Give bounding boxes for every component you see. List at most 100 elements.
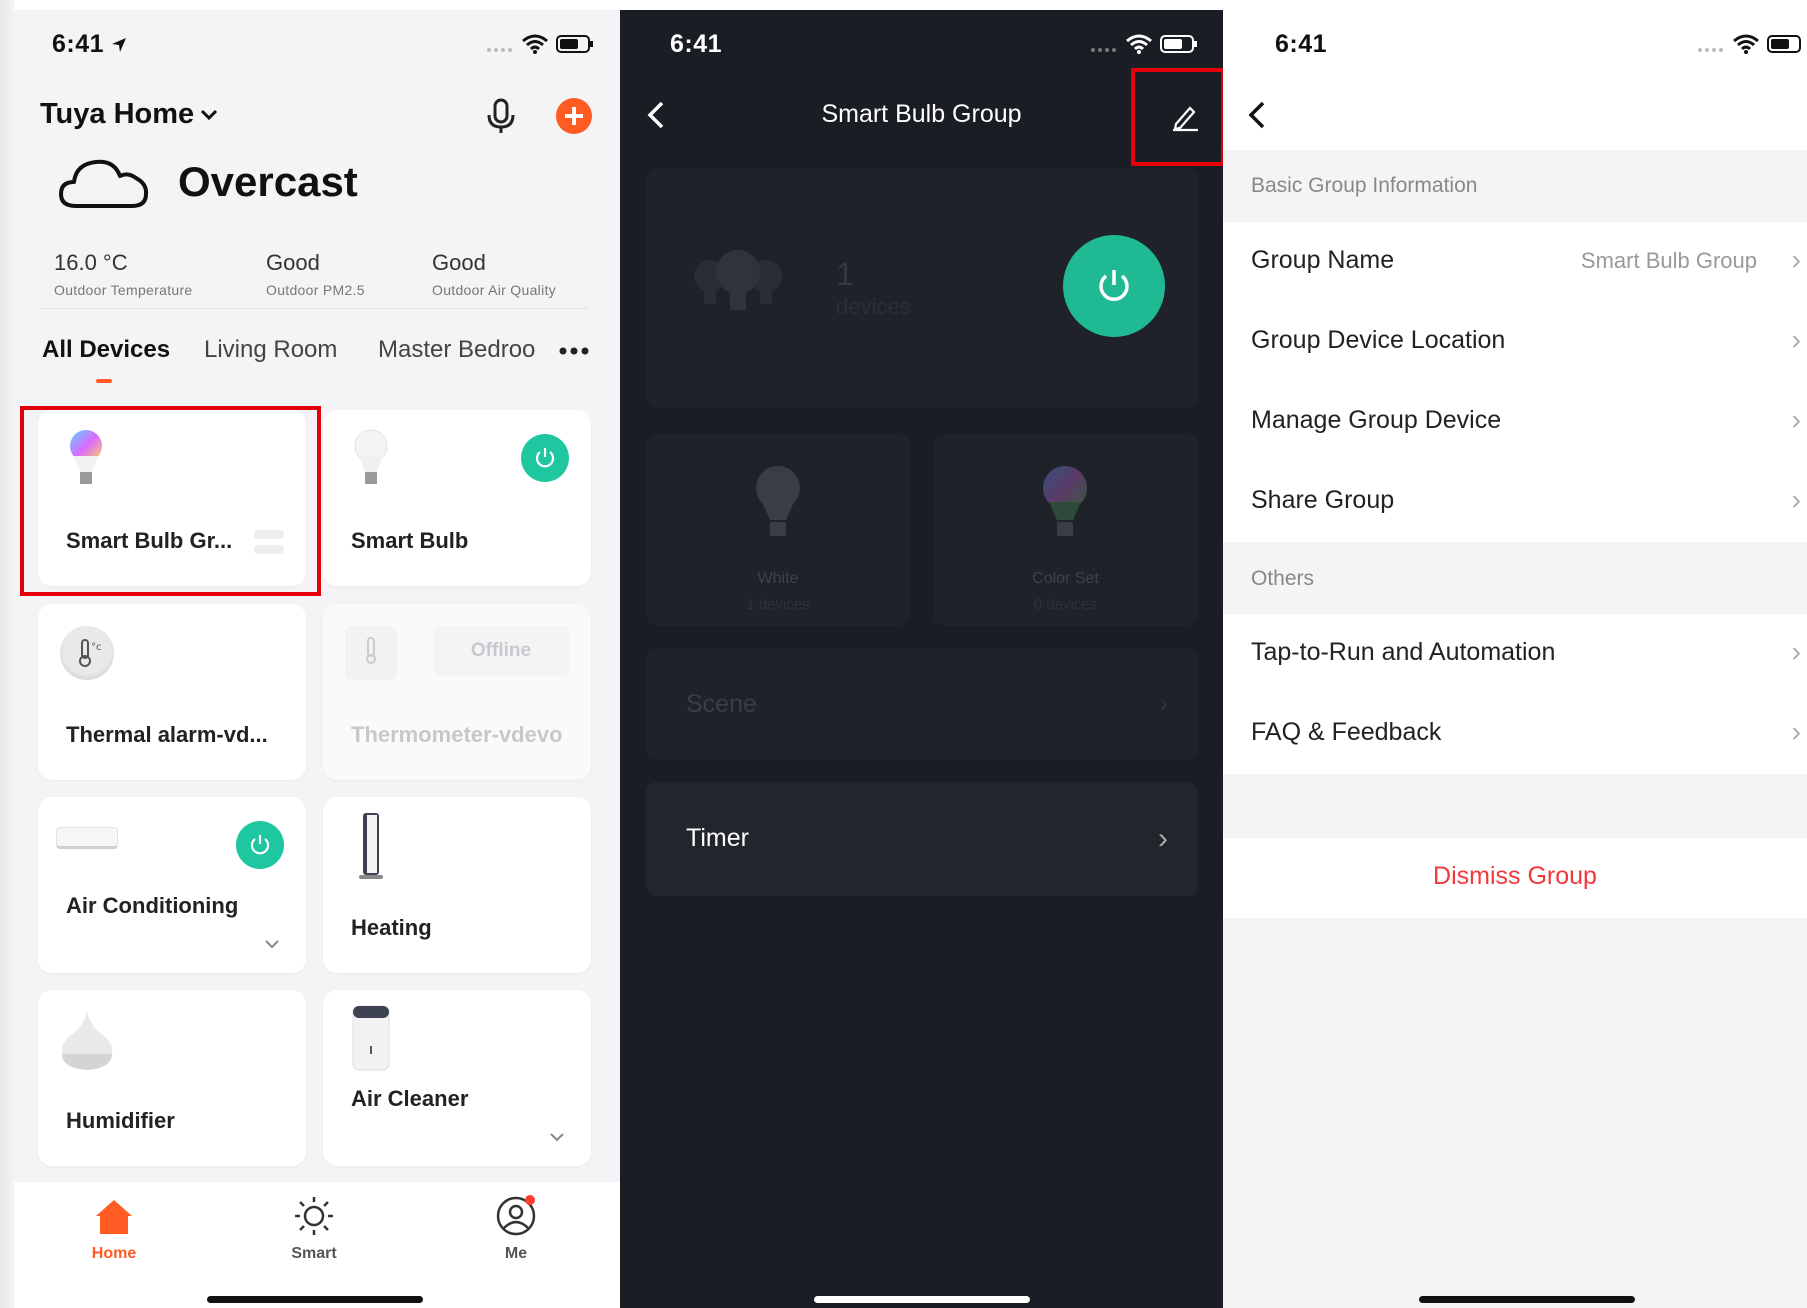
room-tabs: All Devices Living Room Master Bedroo [0, 336, 620, 376]
row-manage-group-device[interactable]: Manage Group Device › [1223, 382, 1807, 462]
highlight-box [1131, 68, 1225, 166]
device-count: 1 [836, 256, 854, 292]
device-card-heating[interactable]: Heating [323, 797, 591, 973]
weather-stat-value: Good [266, 250, 320, 275]
section-header: Others [1251, 567, 1315, 590]
row-label: Tap-to-Run and Automation [1251, 638, 1556, 666]
weather-stat-pm25: Good Outdoor PM2.5 [266, 250, 365, 298]
white-bulb-icon [756, 466, 800, 536]
thermal-alarm-icon: °c [60, 626, 114, 680]
tab-all-devices[interactable]: All Devices [42, 336, 170, 364]
device-card-air-conditioning[interactable]: Air Conditioning [38, 797, 306, 973]
power-icon [1099, 270, 1129, 301]
chevron-right-icon: › [1791, 484, 1801, 515]
timer-row[interactable]: Timer › [646, 782, 1198, 896]
chevron-right-icon: › [1791, 716, 1801, 747]
row-value: Smart Bulb Group [1580, 248, 1757, 273]
mode-label: Color Set [1032, 570, 1099, 587]
air-conditioner-icon [56, 827, 118, 849]
tab-master-bedroom[interactable]: Master Bedroo [378, 336, 535, 364]
group-settings-screen: 6:41 Basic Group Information Group Name … [1223, 0, 1807, 1308]
row-label: FAQ & Feedback [1251, 718, 1442, 746]
row-faq-feedback[interactable]: FAQ & Feedback › [1223, 694, 1807, 774]
group-power-card: 1 devices [646, 168, 1198, 408]
row-group-name[interactable]: Group Name Smart Bulb Group › [1223, 222, 1807, 302]
row-label: Scene [686, 690, 757, 718]
plus-icon [565, 107, 583, 125]
more-icon[interactable] [558, 346, 590, 356]
tab-living-room[interactable]: Living Room [204, 336, 337, 364]
device-name: Thermometer-vdevo [351, 722, 563, 747]
sun-icon [295, 1197, 333, 1235]
cellular-signal-icon [1091, 48, 1116, 52]
status-time: 6:41 [1275, 30, 1328, 58]
humidifier-icon [61, 1010, 113, 1070]
tabbar-home[interactable]: Home [54, 1182, 174, 1263]
weather-stat-label: Outdoor PM2.5 [266, 282, 365, 298]
microphone-icon[interactable] [486, 98, 516, 134]
tabbar-smart[interactable]: Smart [254, 1182, 374, 1263]
dismiss-group-label: Dismiss Group [1433, 862, 1597, 890]
row-tap-to-run[interactable]: Tap-to-Run and Automation › [1223, 614, 1807, 694]
power-icon [535, 448, 555, 468]
power-button[interactable] [521, 434, 569, 482]
row-label: Group Device Location [1251, 326, 1506, 354]
row-label: Group Name [1251, 246, 1395, 274]
chevron-down-icon[interactable] [549, 1132, 565, 1142]
device-card-humidifier[interactable]: Humidifier [38, 990, 306, 1166]
device-card-thermal-alarm[interactable]: °c Thermal alarm-vd... [38, 604, 306, 780]
divider [40, 308, 588, 309]
battery-icon [1160, 35, 1197, 53]
scene-row: Scene › [646, 648, 1198, 760]
chevron-down-icon[interactable] [264, 939, 280, 949]
dismiss-group-button[interactable]: Dismiss Group [1223, 838, 1807, 918]
mode-white[interactable]: White 1 devices [646, 434, 910, 626]
row-share-group[interactable]: Share Group › [1223, 462, 1807, 542]
device-name: Thermal alarm-vd... [66, 722, 268, 747]
row-label: Manage Group Device [1251, 406, 1502, 434]
offline-badge: Offline [433, 626, 569, 676]
mode-color-set[interactable]: Color Set 0 devices [933, 434, 1198, 626]
bottom-tab-bar: Home Smart Me [14, 1182, 620, 1308]
bulb-icon [354, 429, 388, 484]
device-card-smart-bulb[interactable]: Smart Bulb [323, 410, 591, 586]
device-name: Air Conditioning [66, 893, 239, 918]
home-indicator [207, 1296, 423, 1303]
cellular-signal-icon [487, 48, 512, 52]
status-time: 6:41 [670, 30, 723, 58]
chevron-right-icon: › [1791, 636, 1801, 667]
weather-stat-label: Outdoor Air Quality [432, 282, 556, 298]
battery-icon [556, 35, 593, 53]
edge-shadow [0, 0, 14, 1308]
add-device-button[interactable] [556, 98, 592, 134]
back-icon[interactable] [1247, 100, 1267, 130]
weather-stat-temperature: 16.0 °C Outdoor Temperature [54, 250, 193, 298]
row-group-device-location[interactable]: Group Device Location › [1223, 302, 1807, 382]
group-power-button[interactable] [1063, 235, 1165, 337]
home-indicator [1419, 1296, 1635, 1303]
status-bar: 6:41 [1223, 0, 1807, 90]
svg-text:°c: °c [91, 642, 102, 653]
weather-condition: Overcast [178, 158, 358, 205]
bulbs-icon [694, 250, 782, 310]
chevron-right-icon: › [1791, 244, 1801, 275]
device-card-thermometer[interactable]: Offline Thermometer-vdevo [323, 604, 591, 780]
mode-sub: 0 devices [1033, 596, 1098, 613]
weather-stat-air-quality: Good Outdoor Air Quality [432, 250, 556, 298]
mode-sub: 1 devices [746, 596, 810, 613]
status-time: 6:41 [52, 30, 105, 58]
weather-stat-value: 16.0 °C [54, 250, 128, 275]
chevron-right-icon: › [1791, 404, 1801, 435]
home-screen: 6:41 Tuya Home Overcast 16.0 °C Outdoor … [0, 0, 620, 1308]
power-button[interactable] [236, 821, 284, 869]
tabbar-label: Home [91, 1245, 137, 1262]
device-card-air-cleaner[interactable]: Air Cleaner [323, 990, 591, 1166]
home-title: Tuya Home [40, 98, 195, 130]
thermometer-icon [345, 626, 397, 680]
device-name: Heating [351, 915, 432, 940]
group-control-screen: 6:41 Smart Bulb Group 1 devices White 1 … [620, 0, 1225, 1308]
wifi-icon [1733, 34, 1759, 54]
tabbar-me[interactable]: Me [456, 1182, 576, 1263]
device-count-label: devices [836, 294, 911, 319]
status-bar: 6:41 [0, 0, 620, 90]
